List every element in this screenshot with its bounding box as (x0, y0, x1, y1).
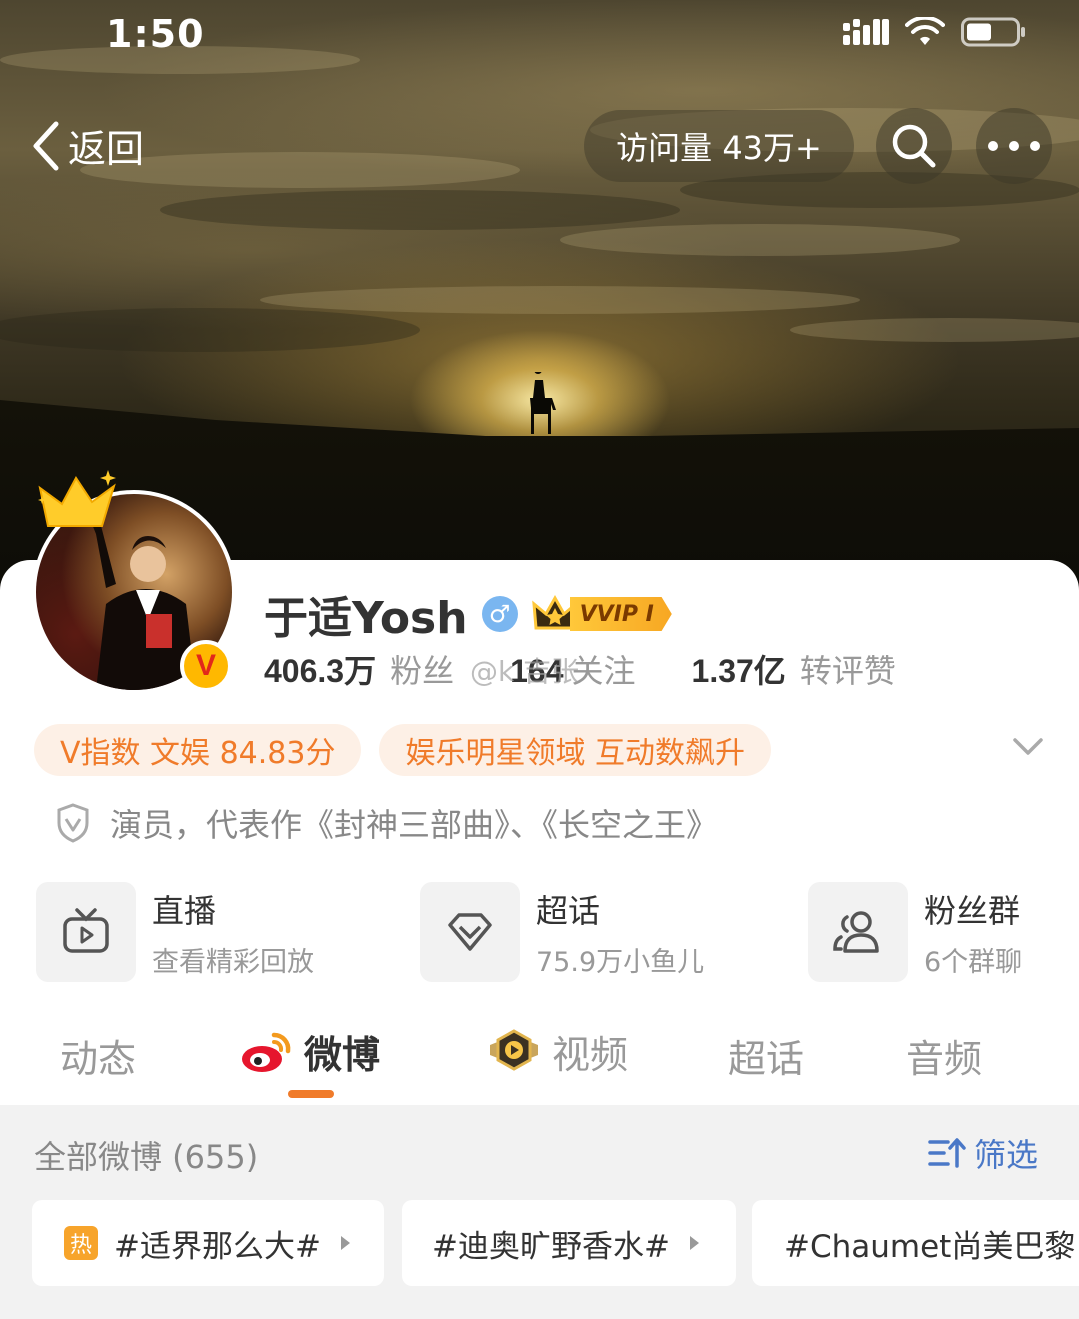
topic-chip[interactable]: #迪奥旷野香水# (402, 1200, 736, 1286)
horse-rider-silhouette (530, 372, 556, 434)
bio-text: 演员，代表作《封神三部曲》、《长空之王》 (110, 806, 719, 844)
status-time: 1:50 (106, 12, 205, 56)
shortcut-row: 直播 查看精彩回放 超话 75.9万小鱼儿 粉丝群 6个群聊 (36, 882, 1056, 982)
profile-tabs: 动态 微博 视频 超话 音频 (0, 1022, 1079, 1102)
signal-icon (843, 19, 889, 45)
group-icon (833, 911, 879, 953)
tab-weibo[interactable]: 微博 (240, 1024, 380, 1079)
diamond-icon-box (420, 882, 520, 982)
status-icons (843, 16, 1027, 48)
shortcut-fan-group[interactable]: 粉丝群 6个群聊 (808, 882, 1022, 982)
tab-video[interactable]: 视频 (486, 1024, 628, 1079)
shield-icon (57, 803, 89, 843)
shortcut-live-title: 直播 (152, 891, 217, 930)
following-label: 关注 (571, 652, 636, 690)
tab-audio-label: 音频 (906, 1037, 983, 1081)
tab-audio[interactable]: 音频 (906, 1028, 982, 1083)
wifi-icon (905, 17, 945, 45)
diamond-icon (448, 913, 492, 951)
more-dots-icon (988, 141, 1040, 151)
shortcut-live[interactable]: 直播 查看精彩回放 (36, 882, 314, 982)
chevron-down-icon[interactable] (1012, 736, 1044, 758)
search-button[interactable] (876, 108, 952, 184)
tag-chips: V指数 文娱 84.83分 娱乐明星领域 互动数飙升 (34, 724, 772, 776)
battery-icon (961, 17, 1025, 47)
tab-activity[interactable]: 动态 (60, 1028, 136, 1083)
more-button[interactable] (976, 108, 1052, 184)
tab-supertopic[interactable]: 超话 (728, 1028, 804, 1083)
hot-badge: 热 (64, 1226, 98, 1260)
topic-chip[interactable]: 热 #适界那么大# (32, 1200, 384, 1286)
tab-activity-label: 动态 (60, 1037, 137, 1081)
vvip-label: VVIP I (569, 597, 672, 631)
shortcut-supertopic[interactable]: 超话 75.9万小鱼儿 (420, 882, 704, 982)
filter-sort-icon (928, 1138, 966, 1168)
group-icon-box (808, 882, 908, 982)
vvip-badge[interactable]: VVIP I (531, 594, 672, 634)
filter-button[interactable]: 筛选 (928, 1130, 1038, 1176)
followers-label: 粉丝 (390, 652, 455, 690)
tv-icon (63, 908, 109, 953)
interactions-count[interactable]: 1.37亿 (692, 646, 786, 692)
interactions-label: 转评赞 (799, 652, 896, 690)
shortcut-supertopic-title: 超话 (536, 891, 601, 930)
weibo-logo-icon (242, 1032, 291, 1072)
chevron-left-icon (33, 121, 59, 170)
tab-weibo-label: 微博 (304, 1033, 381, 1077)
tab-video-label: 视频 (552, 1033, 629, 1077)
visit-count-pill[interactable]: 访问量 43万+ (584, 110, 854, 182)
followers-count[interactable]: 406.3万 (264, 646, 376, 692)
back-button[interactable]: 返回 (28, 118, 144, 173)
topic-label: #适界那么大# (114, 1228, 321, 1265)
shortcut-live-sub: 查看精彩回放 (152, 946, 314, 978)
verified-v-badge: V (180, 640, 232, 692)
profile-name: 于适Yosh (264, 593, 468, 644)
filter-label: 筛选 (974, 1136, 1039, 1174)
shortcut-fan-group-title: 粉丝群 (924, 891, 1021, 930)
v-index-chip[interactable]: V指数 文娱 84.83分 (34, 724, 362, 776)
caret-right-icon (689, 1236, 699, 1250)
shortcut-supertopic-sub: 75.9万小鱼儿 (536, 946, 705, 978)
video-badge-icon (490, 1028, 538, 1071)
topic-label: #迪奥旷野香水# (432, 1228, 670, 1265)
tab-supertopic-label: 超话 (728, 1037, 805, 1081)
topic-chip[interactable]: #Chaumet尚美巴黎 (752, 1200, 1079, 1286)
caret-right-icon (340, 1236, 350, 1250)
back-label: 返回 (68, 127, 145, 171)
topic-label: #Chaumet尚美巴黎 (784, 1228, 1076, 1265)
active-tab-indicator (288, 1090, 334, 1098)
watermark-text: @k 吉张 (470, 655, 580, 688)
crown-icon (38, 470, 116, 527)
tv-icon-box (36, 882, 136, 982)
shortcut-fan-group-sub: 6个群聊 (924, 946, 1023, 978)
male-gender-icon: ♂ (481, 596, 518, 632)
profile-stats: 406.3万 粉丝 164 关注 1.37亿 转评赞 (264, 646, 896, 692)
verification-bio: 演员，代表作《封神三部曲》、《长空之王》 (56, 800, 718, 846)
profile-name-row: 于适Yosh ♂ VVIP I (264, 582, 672, 646)
search-icon (892, 124, 936, 168)
feed-title: 全部微博 (655) (34, 1138, 259, 1176)
domain-rank-chip[interactable]: 娱乐明星领域 互动数飙升 (379, 724, 772, 776)
